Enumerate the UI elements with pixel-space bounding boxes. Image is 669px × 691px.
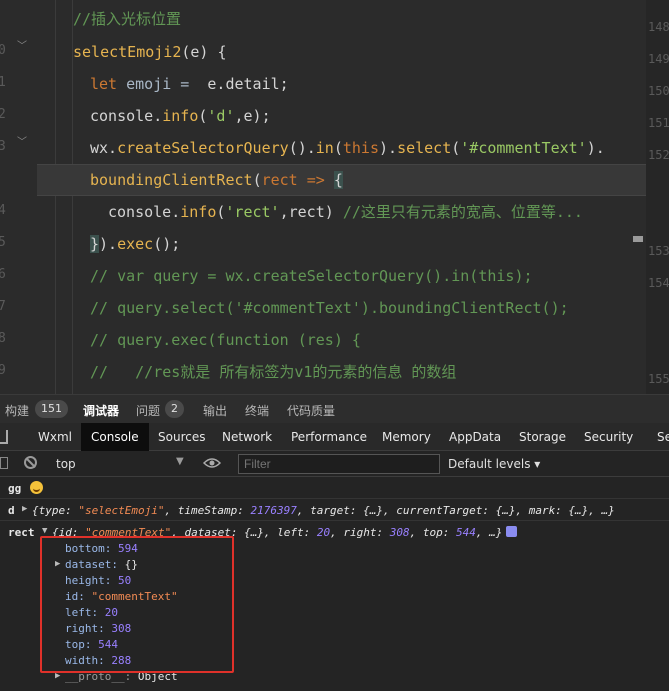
console-message[interactable]: d ▶ {type: "selectEmoji", timeStamp: 217… bbox=[0, 499, 669, 521]
code-line: }).exec(); bbox=[90, 235, 181, 253]
tab-memory[interactable]: Memory bbox=[382, 423, 431, 451]
line-number: 3 bbox=[0, 139, 6, 154]
tab-overflow[interactable]: Se bbox=[657, 423, 669, 451]
tab-issues[interactable]: 问题 bbox=[136, 402, 160, 419]
console-message: gg bbox=[0, 477, 669, 499]
build-count-badge: 151 bbox=[35, 400, 68, 418]
side-line-number: 148 bbox=[648, 20, 669, 34]
tab-terminal[interactable]: 终端 bbox=[245, 402, 269, 419]
tab-network[interactable]: Network bbox=[222, 423, 272, 451]
console-toolbar: top ▼ Default levels ▾ bbox=[0, 451, 669, 477]
eye-icon[interactable] bbox=[203, 457, 221, 469]
line-number: 6 bbox=[0, 267, 6, 282]
line-number: 7 bbox=[0, 299, 6, 314]
side-line-number: 153 bbox=[648, 244, 669, 258]
line-number: 2 bbox=[0, 107, 6, 122]
side-line-number: 149 bbox=[648, 52, 669, 66]
tab-code-quality[interactable]: 代码质量 bbox=[287, 402, 335, 419]
indent-guide bbox=[55, 0, 56, 394]
code-line: let emoji = e.detail; bbox=[90, 75, 289, 93]
collapse-triangle-icon[interactable]: ▼ bbox=[42, 526, 47, 536]
line-number: 1 bbox=[0, 75, 6, 90]
bottom-panel-tabs: 构建 151 调试器 问题 2 输出 终端 代码质量 bbox=[0, 394, 669, 423]
inspect-icon[interactable] bbox=[0, 430, 8, 444]
tab-output[interactable]: 输出 bbox=[203, 402, 227, 419]
line-number: 5 bbox=[0, 235, 6, 250]
side-line-number: 155 bbox=[648, 372, 669, 386]
tab-debugger[interactable]: 调试器 bbox=[83, 402, 119, 419]
annotation-highlight-box bbox=[40, 536, 234, 673]
context-selector[interactable]: top bbox=[56, 457, 76, 471]
tab-console[interactable]: Console bbox=[81, 423, 149, 451]
tab-sources[interactable]: Sources bbox=[158, 423, 205, 451]
line-number: 4 bbox=[0, 203, 6, 218]
line-gutter: 0 1 2 3 4 5 6 7 8 9 ﹀ ﹀ bbox=[0, 0, 38, 394]
tab-storage[interactable]: Storage bbox=[519, 423, 566, 451]
side-line-number: 150 bbox=[648, 84, 669, 98]
log-levels-dropdown[interactable]: Default levels ▾ bbox=[448, 457, 540, 471]
scroll-marker[interactable] bbox=[633, 236, 643, 242]
side-line-number: 152 bbox=[648, 148, 669, 162]
code-editor[interactable]: 0 1 2 3 4 5 6 7 8 9 ﹀ ﹀ //插入光标位置 selectE… bbox=[0, 0, 669, 394]
issues-count-badge: 2 bbox=[165, 400, 184, 418]
filter-input[interactable] bbox=[238, 454, 440, 474]
code-line: // //res就是 所有标签为v1的元素的信息 的数组 bbox=[90, 363, 457, 381]
expand-triangle-icon[interactable]: ▶ bbox=[22, 504, 27, 514]
smiley-icon bbox=[30, 481, 43, 494]
devtools-tabs: Wxml Console Sources Network Performance… bbox=[0, 423, 669, 451]
sidebar-toggle-icon[interactable] bbox=[0, 457, 8, 469]
code-line: // var query = wx.createSelectorQuery().… bbox=[90, 267, 533, 285]
side-line-number: 154 bbox=[648, 276, 669, 290]
code-line: // query.exec(function (res) { bbox=[90, 331, 361, 349]
tab-appdata[interactable]: AppData bbox=[449, 423, 501, 451]
line-number: 8 bbox=[0, 331, 6, 346]
tab-security[interactable]: Security bbox=[584, 423, 633, 451]
line-number: 9 bbox=[0, 363, 6, 378]
code-line: boundingClientRect(rect => { bbox=[90, 171, 343, 189]
line-number: 0 bbox=[0, 43, 6, 58]
tab-build[interactable]: 构建 bbox=[5, 402, 29, 419]
code-line: wx.createSelectorQuery().in(this).select… bbox=[90, 139, 605, 157]
chevron-down-icon[interactable]: ▼ bbox=[176, 456, 184, 467]
clear-console-icon[interactable] bbox=[24, 456, 37, 469]
side-line-number: 151 bbox=[648, 116, 669, 130]
code-line: selectEmoji2(e) { bbox=[73, 43, 227, 61]
code-line: console.info('rect',rect) //这里只有元素的宽高、位置… bbox=[108, 203, 583, 221]
code-line: //插入光标位置 bbox=[73, 10, 182, 28]
tab-performance[interactable]: Performance bbox=[291, 423, 367, 451]
info-icon[interactable] bbox=[506, 526, 518, 537]
code-line: // query.select('#commentText').bounding… bbox=[90, 299, 569, 317]
code-line: console.info('d',e); bbox=[90, 107, 271, 125]
tab-wxml[interactable]: Wxml bbox=[38, 423, 72, 451]
chevron-down-icon[interactable]: ﹀ bbox=[17, 37, 27, 52]
chevron-down-icon[interactable]: ﹀ bbox=[17, 133, 27, 148]
